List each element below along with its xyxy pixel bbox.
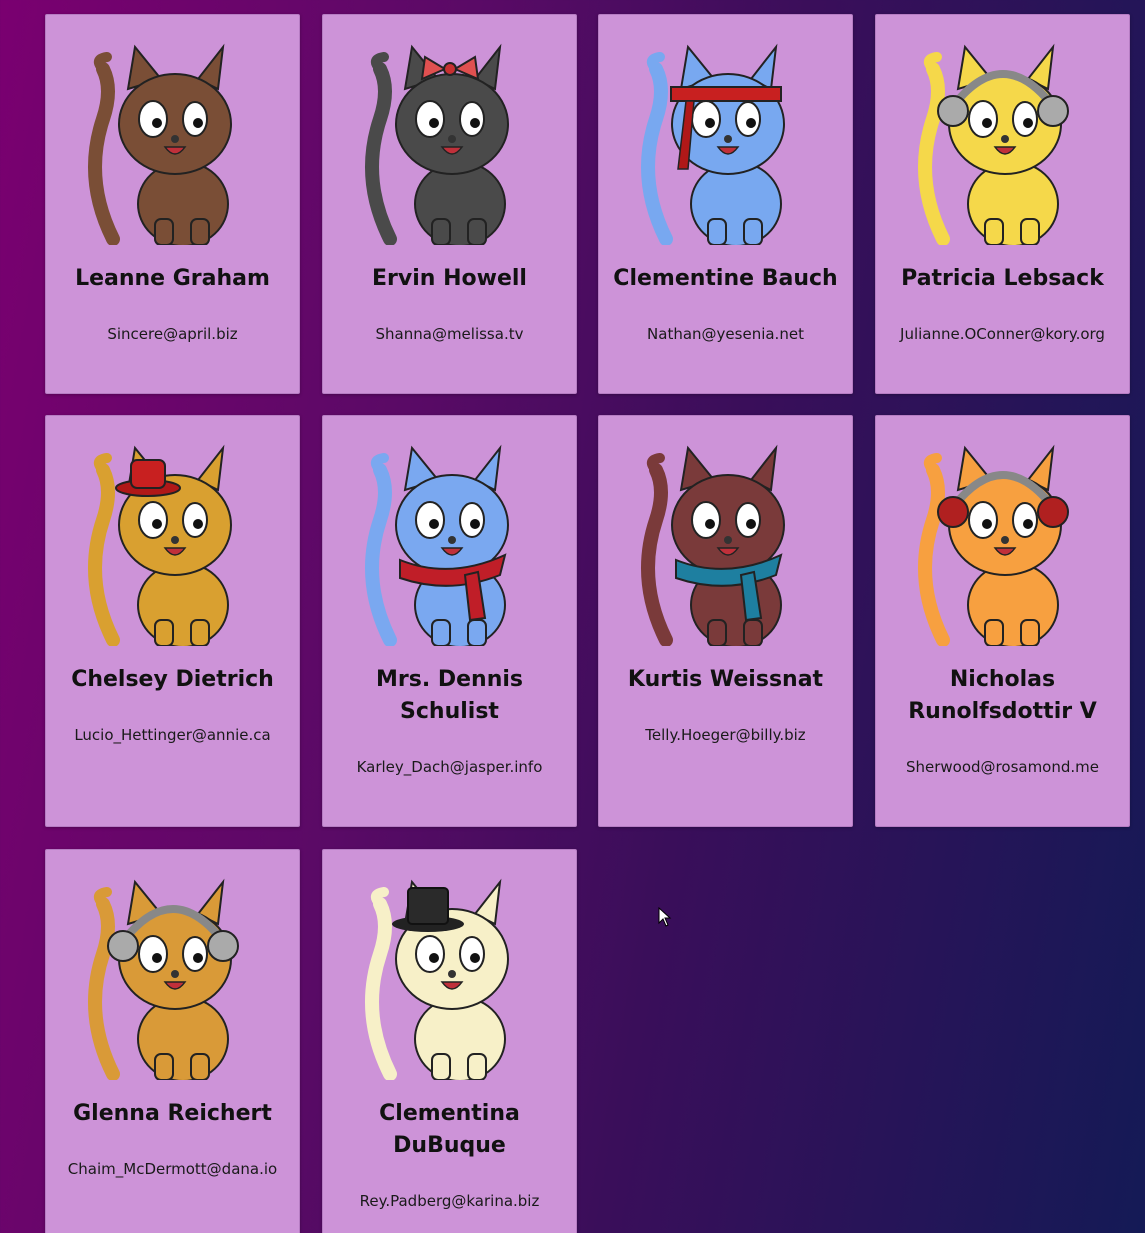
cat-robot-avatar-icon <box>640 43 785 245</box>
user-name: Clementina DuBuque <box>379 1101 520 1158</box>
cat-robot-avatar-icon <box>917 444 1069 646</box>
cat-robot-avatar-icon <box>364 444 509 646</box>
user-card[interactable]: Leanne Graham Sincere@april.biz <box>45 14 300 394</box>
cat-robot-avatar-icon <box>364 878 509 1080</box>
cat-robot-avatar-icon <box>640 444 785 646</box>
cat-robot-avatar-icon <box>364 43 509 245</box>
user-card[interactable]: Patricia Lebsack Julianne.OConner@kory.or… <box>875 14 1130 394</box>
user-card[interactable]: Glenna Reichert Chaim_McDermott@dana.io <box>45 849 300 1233</box>
user-email: Sincere@april.biz <box>107 325 238 343</box>
user-card[interactable]: Clementina DuBuque Rey.Padberg@karina.biz <box>322 849 577 1233</box>
user-name: Clementine Bauch <box>613 266 838 291</box>
user-email: Nathan@yesenia.net <box>647 325 804 343</box>
cat-robot-avatar-icon <box>87 878 239 1080</box>
cat-robot-avatar-icon <box>87 43 232 245</box>
user-card[interactable]: Kurtis Weissnat Telly.Hoeger@billy.biz <box>598 415 853 827</box>
user-email: Karley_Dach@jasper.info <box>356 758 543 776</box>
user-name: Glenna Reichert <box>73 1101 272 1126</box>
user-card[interactable]: Mrs. Dennis Schulist Karley_Dach@jasper.i… <box>322 415 577 827</box>
user-name: Ervin Howell <box>372 266 527 291</box>
user-name: Nicholas Runolfsdottir V <box>908 667 1097 724</box>
user-card[interactable]: Ervin Howell Shanna@melissa.tv <box>322 14 577 394</box>
user-card[interactable]: Chelsey Dietrich Lucio_Hettinger@annie.ca <box>45 415 300 827</box>
user-email: Sherwood@rosamond.me <box>905 758 1099 776</box>
user-email: Telly.Hoeger@billy.biz <box>645 726 806 744</box>
user-email: Rey.Padberg@karina.biz <box>359 1192 540 1210</box>
user-card[interactable]: Clementine Bauch Nathan@yesenia.net <box>598 14 853 394</box>
user-email: Lucio_Hettinger@annie.ca <box>74 726 271 744</box>
user-card[interactable]: Nicholas Runolfsdottir V Sherwood@rosamon… <box>875 415 1130 827</box>
user-name: Leanne Graham <box>75 266 270 291</box>
mouse-cursor-icon <box>658 907 672 927</box>
user-name: Chelsey Dietrich <box>71 667 274 692</box>
user-email: Chaim_McDermott@dana.io <box>67 1160 278 1178</box>
user-name: Patricia Lebsack <box>901 266 1104 291</box>
cat-robot-avatar-icon <box>917 43 1069 245</box>
user-name: Mrs. Dennis Schulist <box>376 667 523 724</box>
cat-robot-avatar-icon <box>87 444 232 646</box>
user-email: Julianne.OConner@kory.org <box>900 325 1105 343</box>
user-email: Shanna@melissa.tv <box>375 325 524 343</box>
user-name: Kurtis Weissnat <box>627 667 824 692</box>
